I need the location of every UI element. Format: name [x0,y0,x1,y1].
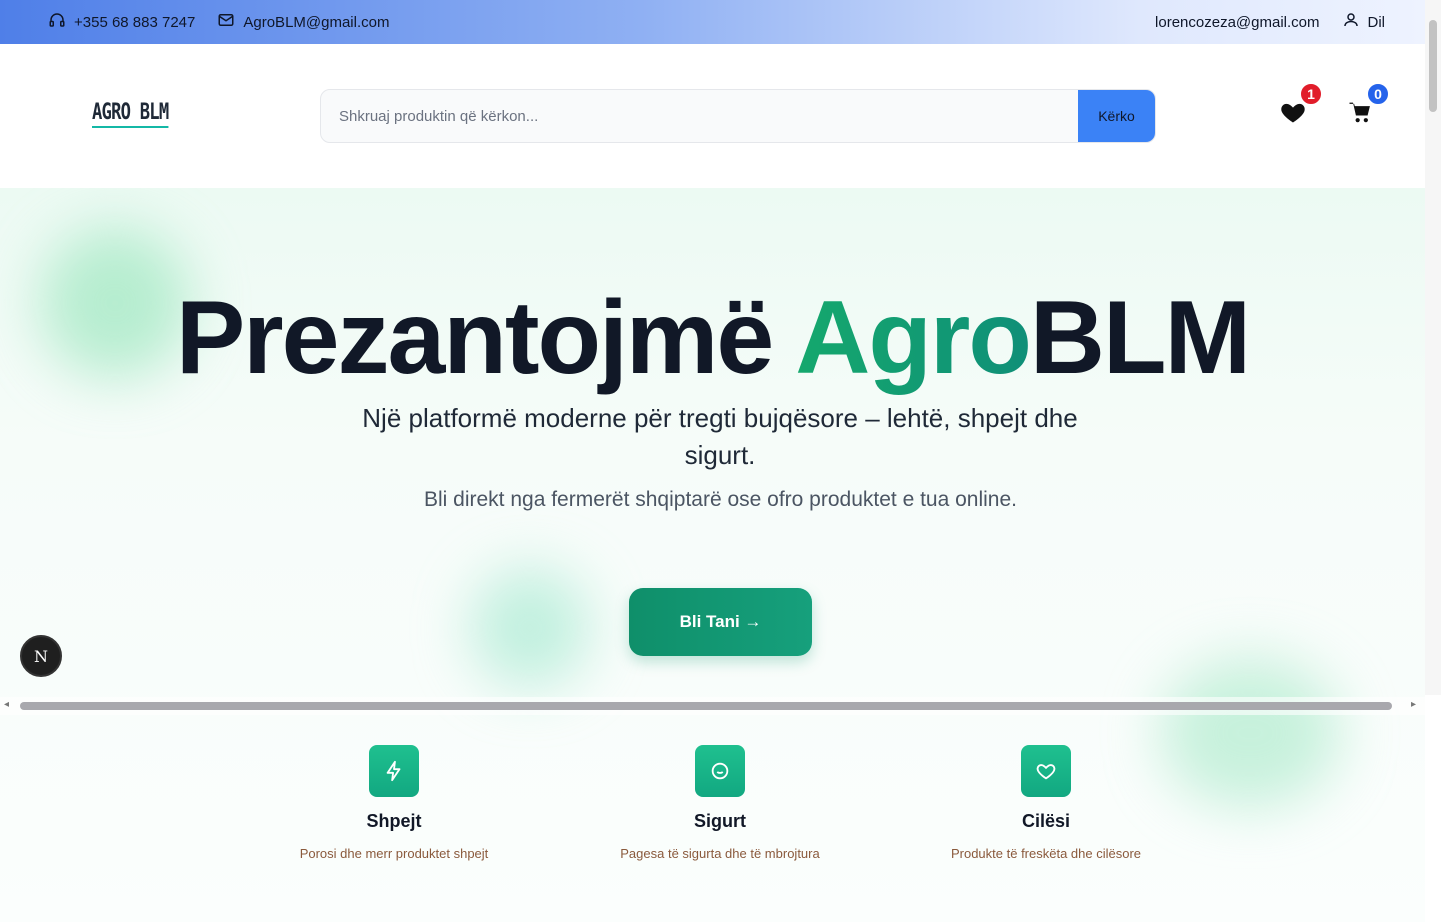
buy-now-button[interactable]: Bli Tani → [629,588,812,656]
user-email: lorencozeza@gmail.com [1155,13,1320,31]
horizontal-scroll-thumb[interactable] [20,702,1392,710]
phone-contact[interactable]: +355 68 883 7247 [48,11,195,33]
feature-title: Shpejt [366,811,422,831]
feature-quality: Cilësi Produkte të freskëta dhe cilësore [896,745,1196,861]
decorative-blob [470,568,590,688]
feature-desc: Porosi dhe merr produktet shpejt [299,846,489,861]
hero-title: Prezantojmë AgroBLM [0,278,1425,398]
feature-secure: Sigurt Pagesa të sigurta dhe të mbrojtur… [570,745,870,861]
feature-desc: Pagesa të sigurta dhe të mbrojtura [620,846,820,861]
shield-smile-icon [695,745,745,797]
vertical-scroll-thumb[interactable] [1429,20,1437,112]
contact-email: AgroBLM@gmail.com [243,13,390,31]
hero-tagline: Bli direkt nga fermerët shqiptarë ose of… [423,488,1017,511]
logout-button[interactable]: Dil [1342,11,1386,33]
lightning-icon [369,745,419,797]
feature-title: Cilësi [1021,811,1071,831]
headset-icon [48,11,66,33]
wishlist-count-badge: 1 [1299,82,1323,106]
floating-n-button[interactable]: N [20,635,62,677]
cart-button[interactable]: 0 [1346,82,1390,130]
title-part-2: BLM [1029,280,1251,396]
scroll-left-icon[interactable]: ◂ [4,699,9,710]
cart-count-badge: 0 [1366,82,1390,106]
search-button[interactable]: Kërko [1078,90,1155,142]
search-bar: Kërko [320,89,1156,143]
contact-group: +355 68 883 7247 AgroBLM@gmail.com [48,11,389,33]
logout-label: Dil [1367,13,1386,31]
wishlist-button[interactable]: 1 [1279,82,1323,130]
site-logo[interactable]: AGRO BLM [92,100,169,128]
mail-icon [217,11,235,33]
feature-fast: Shpejt Porosi dhe merr produktet shpejt [244,745,544,861]
vertical-scrollbar[interactable] [1425,0,1441,695]
email-contact[interactable]: AgroBLM@gmail.com [217,11,389,33]
scroll-right-icon[interactable]: ▸ [1411,699,1416,710]
horizontal-scrollbar[interactable]: ◂ ▸ [0,697,1425,715]
heart-icon [1279,103,1307,130]
feature-title: Sigurt [694,811,746,831]
title-part-1: Prezantojmë [175,280,774,396]
account-group: lorencozeza@gmail.com Dil [1155,11,1385,33]
feature-desc: Produkte të freskëta dhe cilësore [950,846,1142,861]
title-green-part: Agro [795,280,1032,396]
hero-subtitle: Një platformë moderne për tregti bujqëso… [362,403,1078,470]
search-input[interactable] [321,90,1078,142]
main-header: AGRO BLM Kërko 1 0 [0,44,1425,188]
heart-icon [1021,745,1071,797]
top-contact-bar: +355 68 883 7247 AgroBLM@gmail.com loren… [0,0,1425,44]
user-icon [1342,11,1360,33]
phone-number: +355 68 883 7247 [74,13,196,31]
cart-icon [1346,102,1374,130]
